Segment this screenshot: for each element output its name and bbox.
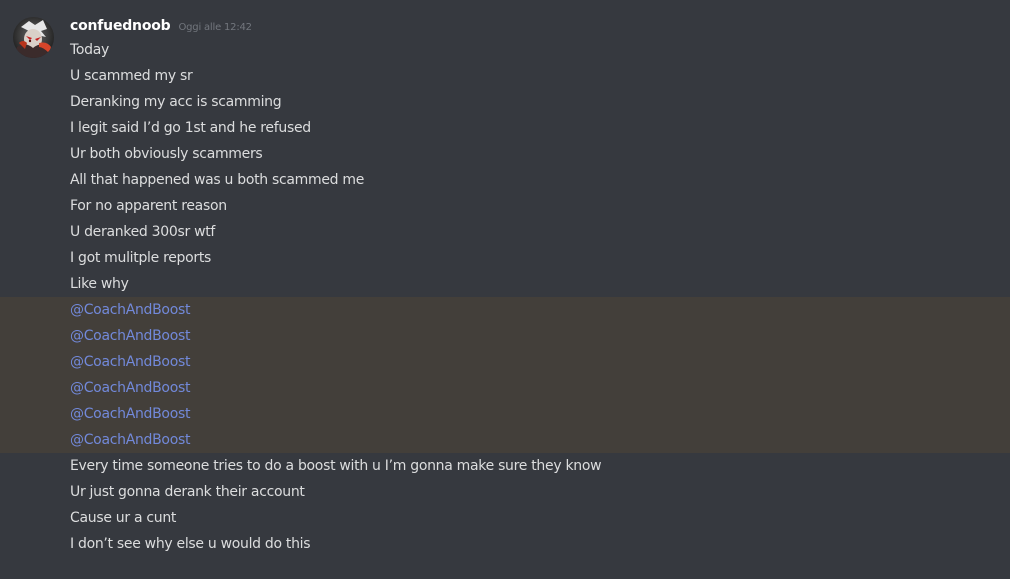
message-text: I don’t see why else u would do this [70, 536, 311, 552]
message-text: U scammed my sr [70, 68, 193, 84]
message-line: @CoachAndBoost [0, 427, 1010, 453]
message-text: Like why [70, 276, 129, 292]
message-text: I legit said I’d go 1st and he refused [70, 120, 311, 136]
message-line: Like why [0, 271, 1010, 297]
message-line: I don’t see why else u would do this [0, 531, 1010, 557]
message-line: @CoachAndBoost [0, 323, 1010, 349]
message-line: @CoachAndBoost [0, 349, 1010, 375]
message-line: Ur just gonna derank their account [0, 479, 1010, 505]
message-line: Cause ur a cunt [0, 505, 1010, 531]
user-mention[interactable]: @CoachAndBoost [70, 380, 190, 396]
message-line: U scammed my sr [0, 63, 1010, 89]
user-mention[interactable]: @CoachAndBoost [70, 328, 190, 344]
username[interactable]: confuednoob [70, 18, 171, 34]
message-line: @CoachAndBoost [0, 375, 1010, 401]
message-header: confuednoob Oggi alle 12:42 [70, 18, 252, 38]
message-lines: Today U scammed my sr Deranking my acc is … [0, 37, 1010, 557]
message-line: For no apparent reason [0, 193, 1010, 219]
message-line: Every time someone tries to do a boost w… [0, 453, 1010, 479]
user-mention[interactable]: @CoachAndBoost [70, 302, 190, 318]
message-line: Ur both obviously scammers [0, 141, 1010, 167]
message-text: U deranked 300sr wtf [70, 224, 216, 240]
message-text: Ur just gonna derank their account [70, 484, 305, 500]
message-text: Ur both obviously scammers [70, 146, 263, 162]
message-text: For no apparent reason [70, 198, 227, 214]
timestamp: Oggi alle 12:42 [178, 22, 252, 33]
user-mention[interactable]: @CoachAndBoost [70, 406, 190, 422]
message-line: @CoachAndBoost [0, 401, 1010, 427]
message-text: I got mulitple reports [70, 250, 212, 266]
message-line: I got mulitple reports [0, 245, 1010, 271]
message-line: Today [0, 37, 1010, 63]
message-line: I legit said I’d go 1st and he refused [0, 115, 1010, 141]
message-text: All that happened was u both scammed me [70, 172, 365, 188]
user-mention[interactable]: @CoachAndBoost [70, 354, 190, 370]
message-text: Today [70, 42, 109, 58]
message-line: All that happened was u both scammed me [0, 167, 1010, 193]
user-mention[interactable]: @CoachAndBoost [70, 432, 190, 448]
message-text: Deranking my acc is scamming [70, 94, 282, 110]
message-text: Every time someone tries to do a boost w… [70, 458, 602, 474]
message-text: Cause ur a cunt [70, 510, 177, 526]
message-line: U deranked 300sr wtf [0, 219, 1010, 245]
message-line: @CoachAndBoost [0, 297, 1010, 323]
message-line: Deranking my acc is scamming [0, 89, 1010, 115]
